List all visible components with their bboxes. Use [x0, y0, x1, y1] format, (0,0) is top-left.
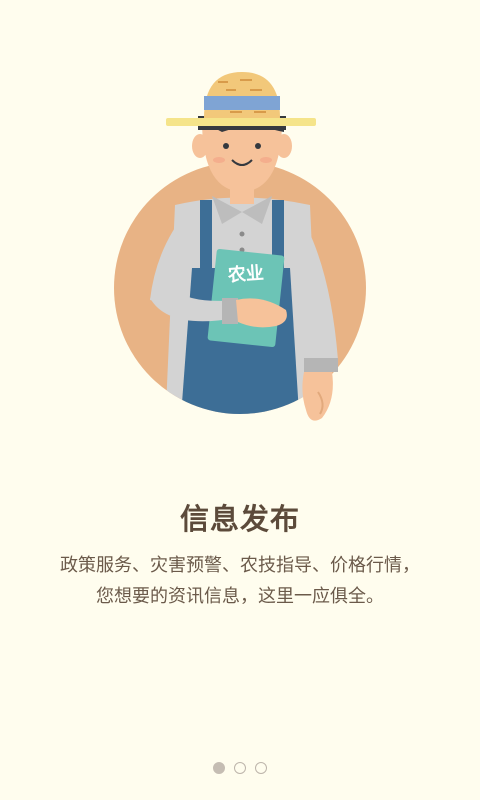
- book-icon: 农业: [207, 248, 285, 348]
- description-line-1: 政策服务、灾害预警、农技指导、价格行情，: [60, 555, 420, 576]
- straw-hat-icon: [166, 72, 316, 126]
- intro-screen: 农业 信息发布 政策服务、灾害预警、农技指导、价格行情， 您想要的资讯信息，这里…: [0, 0, 480, 800]
- page-dot-2[interactable]: [234, 762, 246, 774]
- description-line-2: 您想要的资讯信息，这里一应俱全。: [96, 586, 384, 607]
- page-title: 信息发布: [179, 502, 300, 536]
- page-indicator: [0, 762, 480, 774]
- page-dot-3[interactable]: [255, 762, 267, 774]
- farmer-illustration: 农业: [114, 72, 366, 421]
- svg-text:农业: 农业: [226, 262, 264, 287]
- page-dot-1[interactable]: [213, 762, 225, 774]
